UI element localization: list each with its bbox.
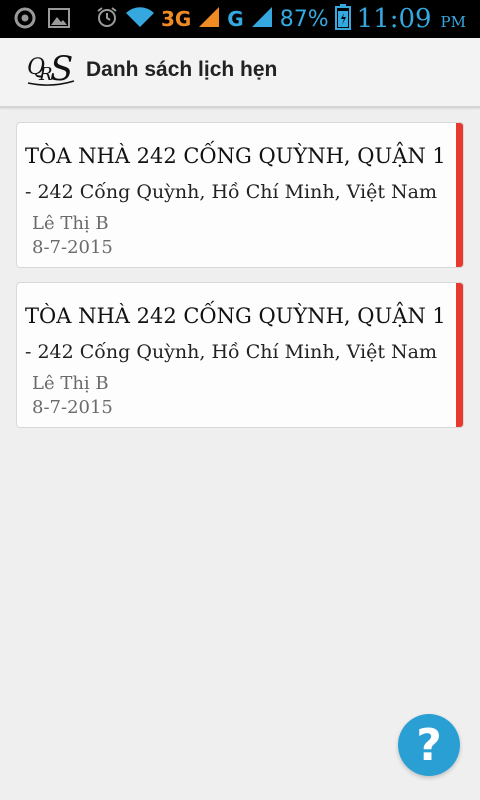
appointment-person: Lê Thị B [32,373,109,394]
appointment-card[interactable]: TÒA NHÀ 242 CỐNG QUỲNH, QUẬN 1 - 242 Cốn… [16,282,464,428]
appointment-card[interactable]: TÒA NHÀ 242 CỐNG QUỲNH, QUẬN 1 - 242 Cốn… [16,122,464,268]
status-bar-right: 3G G 87% 11:09 PM [95,0,466,38]
appointment-list: TÒA NHÀ 242 CỐNG QUỲNH, QUẬN 1 - 242 Cốn… [16,122,464,442]
address-detail: - 242 Cống Quỳnh, Hồ Chí Minh, Việt Nam [25,341,438,363]
app-logo[interactable]: Q R S [26,49,76,90]
help-button[interactable]: ? [398,714,460,776]
wifi-icon [125,5,155,33]
appointment-address: TÒA NHÀ 242 CỐNG QUỲNH, QUẬN 1 - 242 Cốn… [25,139,457,209]
appointment-date: 8-7-2015 [32,397,113,418]
alarm-icon [95,5,119,33]
signal-icon [197,5,221,33]
clock-time: 11:09 [356,4,432,34]
appointment-person: Lê Thị B [32,213,109,234]
battery-percent: 87% [279,6,329,32]
camera-icon [14,7,36,33]
action-bar: Q R S Danh sách lịch hẹn [0,38,480,108]
status-bar: 3G G 87% 11:09 PM [0,0,480,38]
address-detail: - 242 Cống Quỳnh, Hồ Chí Minh, Việt Nam [25,181,438,203]
accent-bar [456,283,463,427]
battery-icon [334,4,351,34]
address-name: TÒA NHÀ 242 CỐNG QUỲNH, QUẬN 1 [25,144,446,168]
page-title: Danh sách lịch hẹn [86,58,278,81]
accent-bar [456,123,463,267]
address-name: TÒA NHÀ 242 CỐNG QUỲNH, QUẬN 1 [25,304,446,328]
appointment-address: TÒA NHÀ 242 CỐNG QUỲNH, QUẬN 1 - 242 Cốn… [25,299,457,369]
appointment-date: 8-7-2015 [32,237,113,258]
network-g-label: G [227,7,244,31]
image-icon [48,8,70,32]
clock-ampm: PM [440,13,466,31]
signal-icon [250,5,274,33]
network-3g-label: 3G [160,7,192,31]
status-bar-left [14,7,70,33]
